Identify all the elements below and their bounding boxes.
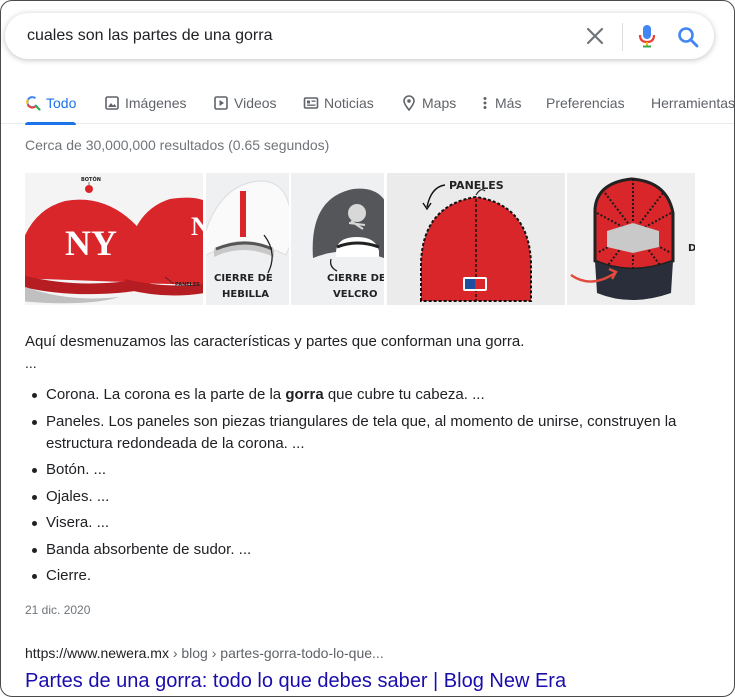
list-item-text: Corona. La corona es la parte de la bbox=[46, 386, 286, 403]
image-thumbnail-4[interactable]: PANELES bbox=[387, 173, 565, 305]
search-divider bbox=[622, 23, 623, 51]
news-icon bbox=[303, 97, 319, 109]
result-breadcrumb: › blog › partes-gorra-todo-lo-que... bbox=[168, 645, 384, 661]
tab-label: Imágenes bbox=[125, 95, 187, 111]
list-item: Paneles. Los paneles son piezas triangul… bbox=[25, 411, 705, 455]
list-item-text: Cierre. bbox=[46, 567, 92, 584]
clear-icon[interactable] bbox=[583, 24, 607, 48]
tab-label: Videos bbox=[234, 95, 277, 111]
tab-label: Herramientas bbox=[651, 95, 735, 111]
image-label: D bbox=[688, 243, 695, 254]
svg-text:N: N bbox=[191, 212, 203, 241]
tab-preferencias[interactable]: Preferencias bbox=[546, 91, 625, 115]
image-strip: NY N BOTÓN PANELES CIERRE DE HEBILLA bbox=[25, 173, 695, 307]
search-icon[interactable] bbox=[675, 24, 701, 50]
map-pin-icon bbox=[403, 95, 415, 111]
tab-todo[interactable]: Todo bbox=[25, 91, 77, 125]
search-input[interactable]: cuales son las partes de una gorra bbox=[27, 27, 272, 45]
list-item: Banda absorbente de sudor. ... bbox=[25, 539, 705, 561]
list-item: Corona. La corona es la parte de la gorr… bbox=[25, 384, 705, 406]
image-label: VELCRO bbox=[333, 289, 377, 300]
tab-label: Maps bbox=[422, 95, 457, 111]
image-thumbnail-3[interactable]: CIERRE DE VELCRO bbox=[291, 173, 384, 305]
image-label: CIERRE DE bbox=[214, 273, 273, 284]
image-label: BOTÓN bbox=[81, 176, 101, 183]
list-item-text: Botón. ... bbox=[46, 461, 107, 478]
image-label: PANELES bbox=[449, 179, 504, 192]
result-domain: https://www.newera.mx bbox=[25, 645, 169, 661]
snippet-intro: Aquí desmenuzamos las características y … bbox=[25, 333, 525, 350]
list-item-text: Banda absorbente de sudor. ... bbox=[46, 540, 252, 558]
tab-mas[interactable]: Más bbox=[480, 91, 521, 115]
tab-imagenes[interactable]: Imágenes bbox=[104, 91, 186, 115]
result-url[interactable]: https://www.newera.mx › blog › partes-go… bbox=[25, 645, 384, 661]
more-vertical-icon bbox=[483, 97, 487, 109]
list-item-text: Ojales. ... bbox=[46, 487, 110, 505]
search-icon bbox=[26, 96, 41, 111]
tab-maps[interactable]: Maps bbox=[401, 91, 456, 115]
list-item-text: Visera. ... bbox=[46, 514, 110, 531]
image-thumbnail-5[interactable]: D bbox=[567, 173, 695, 305]
browser-frame: cuales son las partes de una gorra Todo … bbox=[0, 0, 735, 697]
list-item-bold: gorra bbox=[285, 386, 324, 403]
list-item: Ojales. ... bbox=[25, 486, 705, 508]
snippet-ellipsis: ... bbox=[25, 355, 37, 371]
search-bar[interactable]: cuales son las partes de una gorra bbox=[5, 13, 714, 59]
image-label: HEBILLA bbox=[222, 289, 269, 300]
list-item-text: que cubre tu cabeza. ... bbox=[323, 386, 485, 403]
list-item: Botón. ... bbox=[25, 459, 705, 481]
tab-label: Más bbox=[495, 95, 522, 111]
image-icon bbox=[105, 96, 119, 110]
list-item: Cierre. bbox=[25, 565, 705, 587]
image-label: CIERRE DE bbox=[327, 273, 384, 284]
image-label: PANELES bbox=[175, 282, 200, 288]
tab-label: Todo bbox=[46, 95, 77, 111]
tab-herramientas[interactable]: Herramientas bbox=[651, 91, 735, 115]
play-icon bbox=[214, 96, 228, 110]
snippet-date: 21 dic. 2020 bbox=[25, 603, 91, 617]
tab-label: Preferencias bbox=[546, 95, 625, 111]
tab-videos[interactable]: Videos bbox=[213, 91, 277, 115]
tab-label: Noticias bbox=[324, 95, 374, 111]
search-tabs: Todo Imágenes Videos Noticias Maps Más P… bbox=[1, 87, 735, 125]
svg-text:NY: NY bbox=[65, 223, 117, 263]
image-thumbnail-1[interactable]: NY N BOTÓN PANELES bbox=[25, 173, 203, 305]
tab-noticias[interactable]: Noticias bbox=[303, 91, 374, 115]
list-item: Visera. ... bbox=[25, 512, 705, 534]
list-item-text: Paneles. Los paneles son piezas triangul… bbox=[46, 412, 677, 452]
image-thumbnail-2[interactable]: CIERRE DE HEBILLA bbox=[206, 173, 289, 305]
result-title-link[interactable]: Partes de una gorra: todo lo que debes s… bbox=[25, 670, 566, 693]
snippet-list: Corona. La corona es la parte de la gorr… bbox=[25, 384, 705, 592]
result-stats: Cerca de 30,000,000 resultados (0.65 seg… bbox=[25, 137, 330, 153]
microphone-icon[interactable] bbox=[635, 23, 659, 49]
